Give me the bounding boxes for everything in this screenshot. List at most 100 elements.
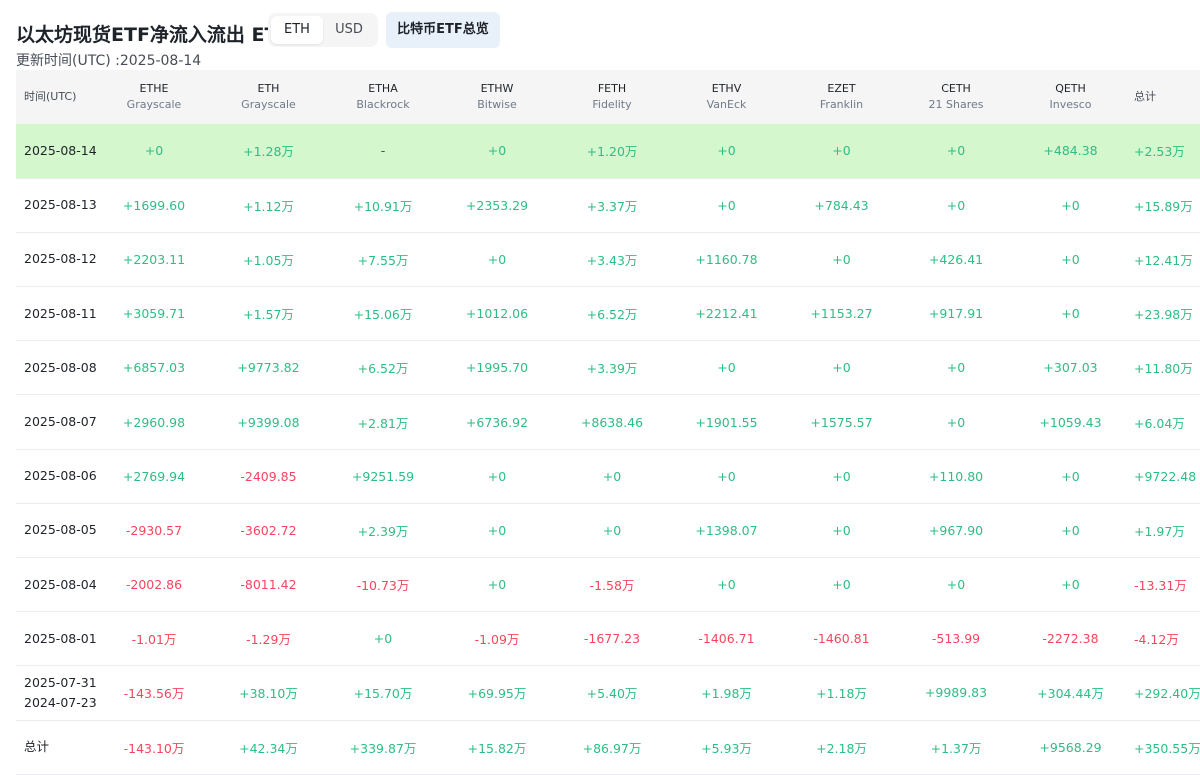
- column-header-fund: FETH Fidelity: [555, 70, 669, 124]
- row-total-cell: +12.41万: [1134, 252, 1193, 268]
- fund-ticker: CETH: [941, 82, 971, 95]
- flow-value-cell: +0: [717, 468, 736, 484]
- flow-value-cell: +3.39万: [586, 361, 638, 377]
- flow-value-cell: -1677.23: [583, 631, 641, 647]
- fund-issuer: Blackrock: [356, 98, 410, 111]
- flow-value-cell: +0: [1061, 522, 1080, 538]
- table-row: 2025-08-07 +2960.98 +9399.08 +2.81万 +6736.92…: [16, 395, 1200, 450]
- flow-value-cell: -1.09万: [474, 632, 520, 648]
- table-row: 2025-08-05 -2930.57 -3602.72 +2.39万 +0 +0 +139…: [16, 503, 1200, 558]
- row-date-text: 2025-08-05: [24, 522, 97, 538]
- flow-value-cell: +1160.78: [695, 251, 758, 267]
- fund-ticker: ETHA: [368, 82, 398, 95]
- row-date-end-text: 2024-07-23: [24, 694, 97, 710]
- table-row: 2025-08-08 +6857.03 +9773.82 +6.52万 +1995.70…: [16, 341, 1200, 395]
- flow-value-cell: +307.03: [1043, 360, 1098, 376]
- flow-value-cell: +0: [832, 522, 851, 538]
- row-date-text: 2025-08-08: [24, 359, 97, 375]
- flow-value-cell: +484.38: [1043, 143, 1098, 159]
- flow-value-cell: +6.52万: [586, 307, 638, 323]
- flow-value-cell: +0: [717, 360, 736, 376]
- flow-value-cell: -10.73万: [356, 578, 410, 594]
- fund-issuer: VanEck: [706, 98, 747, 111]
- column-header-fund: ETHA Blackrock: [327, 70, 439, 124]
- flow-value-cell: +2.18万: [816, 740, 867, 756]
- row-date: 2025-08-14: [16, 124, 98, 178]
- btc-etf-overview-button[interactable]: 比特币ETF总览: [386, 12, 500, 48]
- fund-issuer: Franklin: [819, 98, 864, 111]
- flow-value-cell: +0: [832, 251, 851, 267]
- flow-value-cell: +0: [946, 577, 966, 593]
- flow-value-cell: -1.58万: [589, 578, 635, 594]
- flow-value-cell: +1153.27: [810, 306, 873, 322]
- flow-value-cell: +784.43: [814, 197, 869, 213]
- column-header-fund: CETH 21 Shares: [899, 70, 1013, 124]
- flow-value-cell: +1012.06: [465, 306, 529, 322]
- flow-value-cell: -513.99: [931, 631, 981, 647]
- row-date: 2025-07-31 2024-07-23: [16, 666, 98, 720]
- flow-value-cell: +426.41: [928, 251, 984, 267]
- fund-issuer: Fidelity: [592, 98, 632, 111]
- flow-value-cell: +3.43万: [586, 252, 638, 268]
- flow-value-cell: +1059.43: [1039, 414, 1102, 430]
- flow-value-cell: +1575.57: [810, 414, 873, 430]
- row-date-text: 总计: [24, 739, 50, 755]
- row-date: 2025-08-04: [16, 558, 98, 612]
- row-date: 2025-08-01: [16, 612, 98, 666]
- fund-ticker: QETH: [1055, 82, 1086, 95]
- flow-value-cell: +1995.70: [465, 360, 529, 376]
- unit-toggle: ETH USD: [268, 13, 378, 47]
- flow-value-cell: +0: [487, 522, 507, 538]
- update-time: 更新时间(UTC) :2025-08-14: [16, 53, 202, 69]
- fund-issuer: Grayscale: [126, 98, 182, 111]
- flow-value-cell: +0: [487, 468, 507, 484]
- flow-value-cell: +1.18万: [816, 686, 867, 702]
- flow-value-cell: +9773.82: [237, 360, 300, 376]
- table-row: 2025-08-12 +2203.11 +1.05万 +7.55万 +0 +3.43万 +1…: [16, 232, 1200, 287]
- row-total-cell: +292.40万: [1134, 686, 1200, 702]
- flow-value-cell: +339.87万: [349, 740, 417, 756]
- fund-ticker: ETH: [257, 82, 280, 95]
- row-total-cell: +23.98万: [1134, 307, 1193, 323]
- flow-value-cell: +9399.08: [237, 414, 300, 430]
- flow-value-cell: +0: [602, 468, 622, 484]
- row-date: 总计: [16, 720, 98, 774]
- flow-value-cell: +0: [717, 197, 736, 213]
- row-date-text: 2025-08-01: [24, 630, 97, 646]
- flow-value-cell: -2272.38: [1042, 631, 1099, 647]
- flow-value-cell: +1.12万: [243, 198, 294, 214]
- flow-value-cell: -143.10万: [123, 740, 185, 756]
- row-total-cell: +6.04万: [1134, 415, 1185, 431]
- flow-value-cell: -2002.86: [125, 577, 183, 593]
- row-date: 2025-08-12: [16, 232, 98, 286]
- flow-value-cell: +0: [487, 143, 507, 159]
- table-row: 2025-08-13 +1699.60 +1.12万 +10.91万 +2353.29 +…: [16, 178, 1200, 233]
- row-date-text: 2025-08-04: [24, 576, 97, 592]
- column-header-fund: ETHW Bitwise: [439, 70, 555, 124]
- flow-value-cell: +10.91万: [353, 198, 413, 214]
- flow-value-cell: +8638.46: [580, 414, 644, 430]
- flow-value-cell: +2769.94: [122, 468, 186, 484]
- flow-value-cell: +0: [1061, 251, 1080, 267]
- flow-value-cell: -143.56万: [123, 686, 185, 702]
- column-header-fund: QETH Invesco: [1013, 70, 1128, 124]
- flow-value-cell: +2203.11: [122, 251, 186, 267]
- flow-value-cell: +1.28万: [243, 144, 294, 160]
- flow-value-cell: +1.57万: [243, 307, 294, 323]
- table-row: 总计 -143.10万 +42.34万 +339.87万 +15.82万 +86.97万 +…: [16, 720, 1200, 775]
- flow-value-cell: +0: [946, 143, 966, 159]
- flow-value-cell: +917.91: [928, 306, 984, 322]
- unit-option-eth[interactable]: ETH: [271, 16, 323, 44]
- fund-ticker: ETHV: [711, 82, 742, 95]
- row-date: 2025-08-08: [16, 341, 98, 395]
- flow-value-cell: +3059.71: [122, 306, 186, 322]
- row-total-cell: +350.55万: [1134, 740, 1200, 756]
- fund-issuer: 21 Shares: [928, 98, 984, 111]
- row-date: 2025-08-07: [16, 395, 98, 449]
- fund-ticker: EZET: [827, 82, 856, 95]
- column-header-fund: EZET Franklin: [784, 70, 899, 124]
- flow-value-cell: +0: [832, 143, 851, 159]
- flow-value-cell: +2960.98: [122, 414, 186, 430]
- flow-value-cell: +0: [487, 577, 507, 593]
- unit-option-usd[interactable]: USD: [323, 16, 375, 44]
